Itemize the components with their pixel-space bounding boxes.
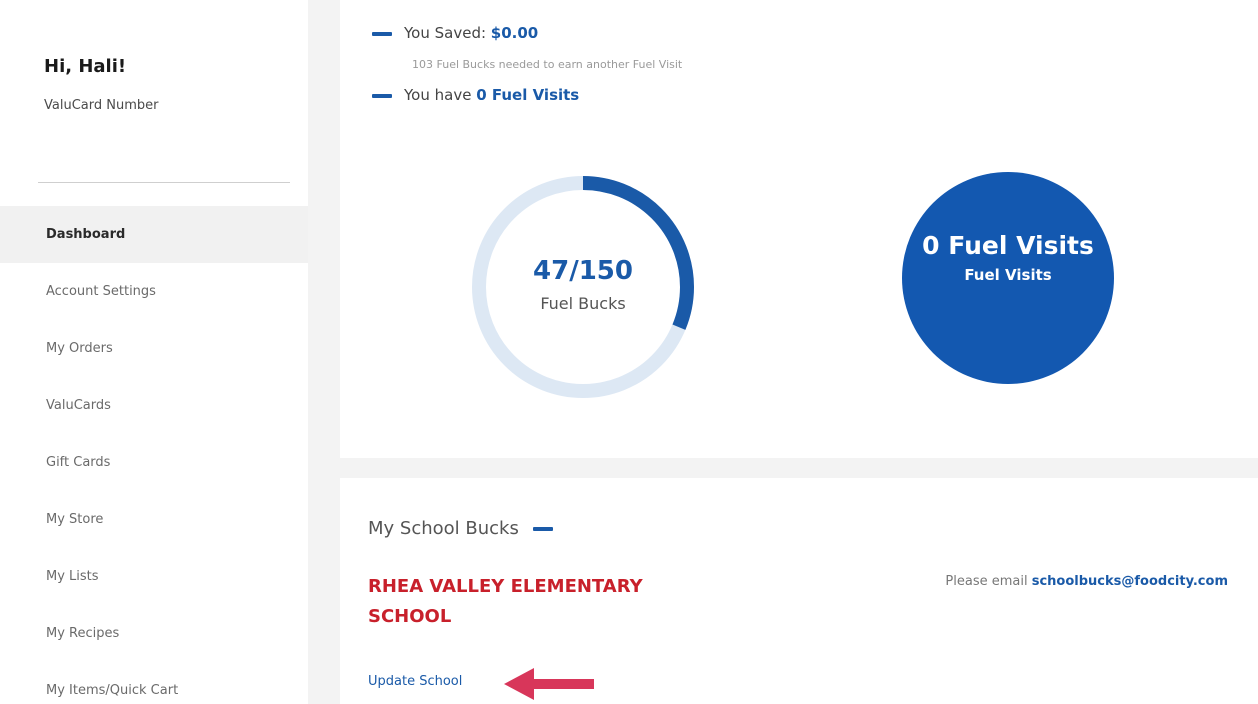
email-prefix: Please email (945, 574, 1032, 589)
sidebar-item-valucards[interactable]: ValuCards (0, 377, 308, 434)
fuel-visits-label: Fuel Visits (964, 265, 1052, 284)
fuel-visits-circle: 0 Fuel Visits Fuel Visits (902, 172, 1114, 384)
sidebar-divider (38, 182, 290, 183)
pointer-arrow-icon (504, 668, 594, 700)
fuel-bucks-value: 47/150 (533, 255, 633, 286)
fuel-bucks-ring: 47/150 Fuel Bucks (468, 172, 698, 402)
sidebar-item-gift-cards[interactable]: Gift Cards (0, 434, 308, 491)
sidebar: Hi, Hali! ValuCard Number Dashboard Acco… (0, 0, 308, 704)
sidebar-nav: Dashboard Account Settings My Orders Val… (0, 206, 308, 704)
sidebar-item-my-items-quick-cart[interactable]: My Items/Quick Cart (0, 662, 308, 704)
sidebar-item-my-orders[interactable]: My Orders (0, 320, 308, 377)
school-bucks-panel: My School Bucks RHEA VALLEY ELEMENTARY S… (340, 478, 1258, 704)
visits-label: You have (404, 86, 477, 104)
update-school-link[interactable]: Update School (368, 674, 462, 689)
collapse-dash-icon[interactable] (532, 527, 553, 531)
sidebar-item-dashboard[interactable]: Dashboard (0, 206, 308, 263)
sidebar-item-account-settings[interactable]: Account Settings (0, 263, 308, 320)
sidebar-item-my-lists[interactable]: My Lists (0, 548, 308, 605)
collapse-dash-icon[interactable] (372, 31, 392, 36)
school-bucks-heading: My School Bucks (368, 518, 553, 539)
saved-line: You Saved: $0.00 (372, 24, 538, 42)
email-note: Please email schoolbucks@foodcity.com (945, 574, 1228, 589)
saved-label: You Saved: (404, 24, 491, 42)
school-name: RHEA VALLEY ELEMENTARY SCHOOL (368, 576, 643, 627)
visits-line: You have 0 Fuel Visits (372, 86, 579, 104)
school-bucks-title: My School Bucks (368, 518, 519, 539)
fuel-panel: You Saved: $0.00 103 Fuel Bucks needed t… (340, 0, 1258, 458)
visits-amount: 0 Fuel Visits (476, 86, 580, 104)
saved-amount: $0.00 (490, 24, 539, 42)
fuel-bucks-label: Fuel Bucks (540, 293, 626, 313)
fuel-visits-count: 0 Fuel Visits (922, 230, 1094, 260)
greeting: Hi, Hali! (44, 56, 127, 77)
valucard-number-label: ValuCard Number (44, 98, 159, 113)
sidebar-item-my-recipes[interactable]: My Recipes (0, 605, 308, 662)
bucks-needed-note: 103 Fuel Bucks needed to earn another Fu… (412, 58, 683, 71)
sidebar-item-my-store[interactable]: My Store (0, 491, 308, 548)
school-email-link[interactable]: schoolbucks@foodcity.com (1032, 574, 1228, 589)
collapse-dash-icon[interactable] (372, 93, 392, 98)
